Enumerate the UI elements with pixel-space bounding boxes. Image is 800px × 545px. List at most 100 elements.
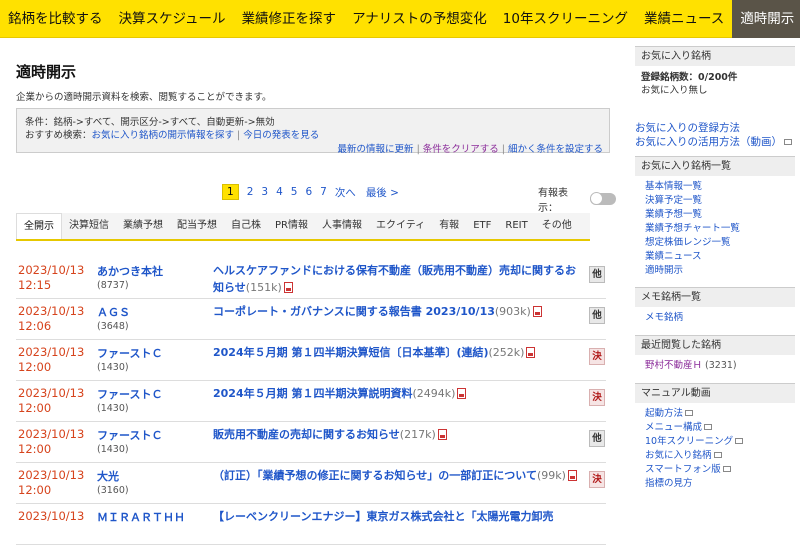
sidebar-item-news[interactable]: 業績ニュース	[645, 250, 795, 264]
toggle-knob	[590, 192, 604, 205]
recent-title: 最近閲覧した銘柄	[635, 335, 795, 355]
condition-box: 条件：銘柄->すべて、開示区分->すべて、自動更新->無効 おすすめ検索：お気に…	[16, 108, 610, 155]
category-badge: 決	[589, 471, 605, 488]
favorites-video-link[interactable]: お気に入りの活用方法（動画）	[635, 135, 795, 149]
disclosure-title[interactable]: 販売用不動産の売却に関するお知らせ(217k)	[213, 426, 578, 443]
pdf-icon[interactable]	[526, 347, 536, 358]
manual-menu[interactable]: メニュー構成	[645, 421, 795, 435]
sidebar-item-forecast[interactable]: 業績予想一覧	[645, 208, 795, 222]
last-page-link[interactable]: 最後 >	[366, 185, 399, 200]
file-size: (217k)	[399, 428, 436, 441]
row-datetime: 2023/10/13 12:00	[18, 386, 85, 415]
detail-conditions-link[interactable]: 細かく条件を設定する	[508, 144, 603, 155]
pdf-icon[interactable]	[437, 429, 447, 440]
company-link[interactable]: 大光	[97, 468, 119, 484]
favorites-howto-link[interactable]: お気に入りの登録方法	[635, 121, 795, 135]
file-size: (903k)	[494, 305, 531, 318]
row-datetime: 2023/10/13	[18, 509, 85, 523]
company-code: (3160)	[97, 485, 129, 496]
tab-earnings[interactable]: 決算短信	[62, 213, 116, 239]
tab-all[interactable]: 全開示	[16, 213, 62, 239]
nav-compare[interactable]: 銘柄を比較する	[0, 0, 111, 38]
page-1[interactable]: 1	[222, 184, 239, 200]
company-link[interactable]: ファーストＣ	[97, 345, 162, 361]
manual-indicators[interactable]: 指標の見方	[645, 477, 795, 491]
sidebar-item-forecast-chart[interactable]: 業績予想チャート一覧	[645, 222, 795, 236]
recommend-label: おすすめ検索：	[25, 130, 92, 141]
favorites-title: お気に入り銘柄	[635, 46, 795, 66]
pagination: 1 2 3 4 5 6 7 次へ 最後 >	[222, 184, 407, 200]
page-6[interactable]: 6	[305, 186, 312, 198]
pdf-icon[interactable]	[532, 306, 542, 317]
memo-link[interactable]: メモ銘柄	[645, 311, 795, 325]
manual-startup[interactable]: 起動方法	[645, 407, 795, 421]
tab-etf[interactable]: ETF	[466, 213, 498, 239]
disclosure-title[interactable]: 2024年５月期 第１四半期決算説明資料(2494k)	[213, 385, 578, 402]
category-badge: 他	[589, 430, 605, 447]
clear-conditions-link[interactable]: 条件をクリアする	[423, 144, 499, 155]
sidebar-item-price-range[interactable]: 想定株価レンジ一覧	[645, 236, 795, 250]
nav-screening[interactable]: 10年スクリーニング	[495, 0, 636, 38]
nav-revisions[interactable]: 業績修正を探す	[234, 0, 345, 38]
disclosure-title[interactable]: コーポレート・ガバナンスに関する報告書 2023/10/13(903k)	[213, 303, 578, 320]
video-icon	[685, 410, 694, 416]
nav-schedule[interactable]: 決算スケジュール	[111, 0, 234, 38]
pdf-icon[interactable]	[457, 388, 467, 399]
page-7[interactable]: 7	[320, 186, 327, 198]
nav-disclosure[interactable]: 適時開示	[732, 0, 800, 38]
manual-smartphone[interactable]: スマートフォン版	[645, 463, 795, 477]
manual-favorites[interactable]: お気に入り銘柄	[645, 449, 795, 463]
tab-yuho[interactable]: 有報	[432, 213, 466, 239]
page-2[interactable]: 2	[247, 186, 254, 198]
sidebar-item-disclosure[interactable]: 適時開示	[645, 264, 795, 278]
yuho-toggle-label: 有報表示：	[538, 188, 568, 214]
manual-screening[interactable]: 10年スクリーニング	[645, 435, 795, 449]
table-row: 2023/10/13 12:06 ＡＧＳ (3648) コーポレート・ガバナンスに…	[16, 299, 606, 340]
category-badge: 決	[589, 389, 605, 406]
disclosure-title[interactable]: （訂正）「業績予想の修正に関するお知らせ」の一部訂正について(99k)	[213, 467, 578, 484]
sidebar-item-basic-info[interactable]: 基本情報一覧	[645, 180, 795, 194]
favorites-none: お気に入り無し	[641, 85, 708, 96]
tab-personnel[interactable]: 人事情報	[315, 213, 369, 239]
disclosure-title[interactable]: ヘルスケアファンドにおける保有不動産（販売用不動産）売却に関するお知らせ(151…	[213, 262, 578, 296]
disclosure-title[interactable]: 【レーベンクリーンエナジー】東京ガス株式会社と「太陽光電力卸売	[213, 508, 578, 525]
file-size: (2494k)	[412, 387, 456, 400]
company-link[interactable]: ファーストＣ	[97, 386, 162, 402]
sidebar-item-schedule[interactable]: 決算予定一覧	[645, 194, 795, 208]
company-link[interactable]: ファーストＣ	[97, 427, 162, 443]
pdf-icon[interactable]	[567, 470, 577, 481]
nav-analyst[interactable]: アナリストの予想変化	[344, 0, 495, 38]
company-link[interactable]: ＡＧＳ	[97, 304, 130, 320]
category-badge: 決	[589, 348, 605, 365]
company-link[interactable]: あかつき本社	[97, 263, 163, 279]
refresh-link[interactable]: 最新の情報に更新	[338, 144, 414, 155]
table-row: 2023/10/13 12:15 あかつき本社 (8737) ヘルスケアファンドに…	[16, 258, 606, 299]
tab-forecast[interactable]: 業績予想	[116, 213, 170, 239]
recommend-favorites-link[interactable]: お気に入り銘柄の開示情報を探す	[92, 130, 235, 141]
disclosure-title[interactable]: 2024年５月期 第１四半期決算短信〔日本基準〕(連結)(252k)	[213, 344, 578, 361]
table-row: 2023/10/13 12:00 ファーストＣ (1430) 2024年５月期 第…	[16, 340, 606, 381]
pdf-icon[interactable]	[283, 282, 293, 293]
tab-buyback[interactable]: 自己株	[224, 213, 268, 239]
recent-stock-link[interactable]: 野村不動産Ｈ	[645, 360, 702, 371]
next-page-link[interactable]: 次へ	[335, 185, 356, 200]
row-datetime: 2023/10/13 12:06	[18, 304, 85, 333]
external-window-icon	[784, 139, 792, 145]
yuho-toggle: 有報表示：	[538, 184, 616, 214]
tab-dividend[interactable]: 配当予想	[170, 213, 224, 239]
video-icon	[704, 424, 713, 430]
tab-pr[interactable]: PR情報	[268, 213, 315, 239]
nav-news[interactable]: 業績ニュース	[636, 0, 732, 38]
manual-title: マニュアル動画	[635, 383, 795, 403]
table-row: 2023/10/13 12:00 ファーストＣ (1430) 2024年５月期 第…	[16, 381, 606, 422]
tab-other[interactable]: その他	[535, 213, 579, 239]
table-row: 2023/10/13 12:00 ファーストＣ (1430) 販売用不動産の売却に…	[16, 422, 606, 463]
tab-equity[interactable]: エクイティ	[369, 213, 432, 239]
company-code: (1430)	[97, 444, 129, 455]
tab-reit[interactable]: REIT	[498, 213, 534, 239]
yuho-toggle-switch[interactable]	[590, 192, 616, 205]
page-5[interactable]: 5	[291, 186, 298, 198]
page-3[interactable]: 3	[261, 186, 268, 198]
page-4[interactable]: 4	[276, 186, 283, 198]
recommend-today-link[interactable]: 今日の発表を見る	[243, 130, 319, 141]
